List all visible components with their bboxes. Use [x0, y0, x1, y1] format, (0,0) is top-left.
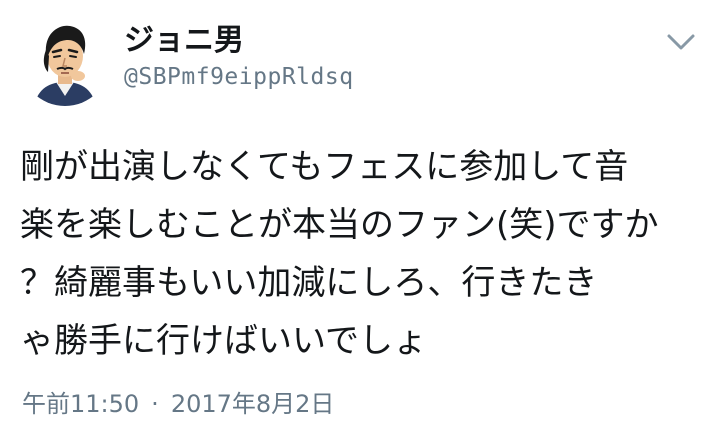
user-avatar[interactable]: [20, 16, 110, 106]
tweet-card: ジョニ男 @SBPmf9eippRldsq 剛が出演しなくてもフェスに参加して音…: [0, 0, 720, 439]
user-handle[interactable]: @SBPmf9eippRldsq: [124, 62, 354, 92]
tweet-time: 午前11:50: [22, 390, 140, 418]
tweet-date: 2017年8月2日: [170, 390, 335, 418]
tweet-timestamp[interactable]: 午前11:50 · 2017年8月2日: [22, 388, 334, 420]
tweet-text: 剛が出演しなくてもフェスに参加して音 楽を楽しむことが本当のファン(笑)ですか …: [20, 138, 710, 370]
tweet-text-line: 剛が出演しなくてもフェスに参加して音: [20, 147, 629, 187]
display-name[interactable]: ジョニ男: [124, 22, 244, 60]
caricature-avatar-icon: [20, 16, 110, 106]
tweet-text-line: ？綺麗事もいい加減にしろ、行きたき: [20, 263, 598, 303]
tweet-text-line: 楽を楽しむことが本当のファン(笑)ですか: [20, 205, 659, 245]
tweet-text-line: ゃ勝手に行けばいいでしょ: [20, 321, 427, 361]
timestamp-separator: ·: [151, 390, 159, 418]
chevron-down-icon: [667, 34, 695, 50]
tweet-menu-button[interactable]: [664, 30, 698, 54]
